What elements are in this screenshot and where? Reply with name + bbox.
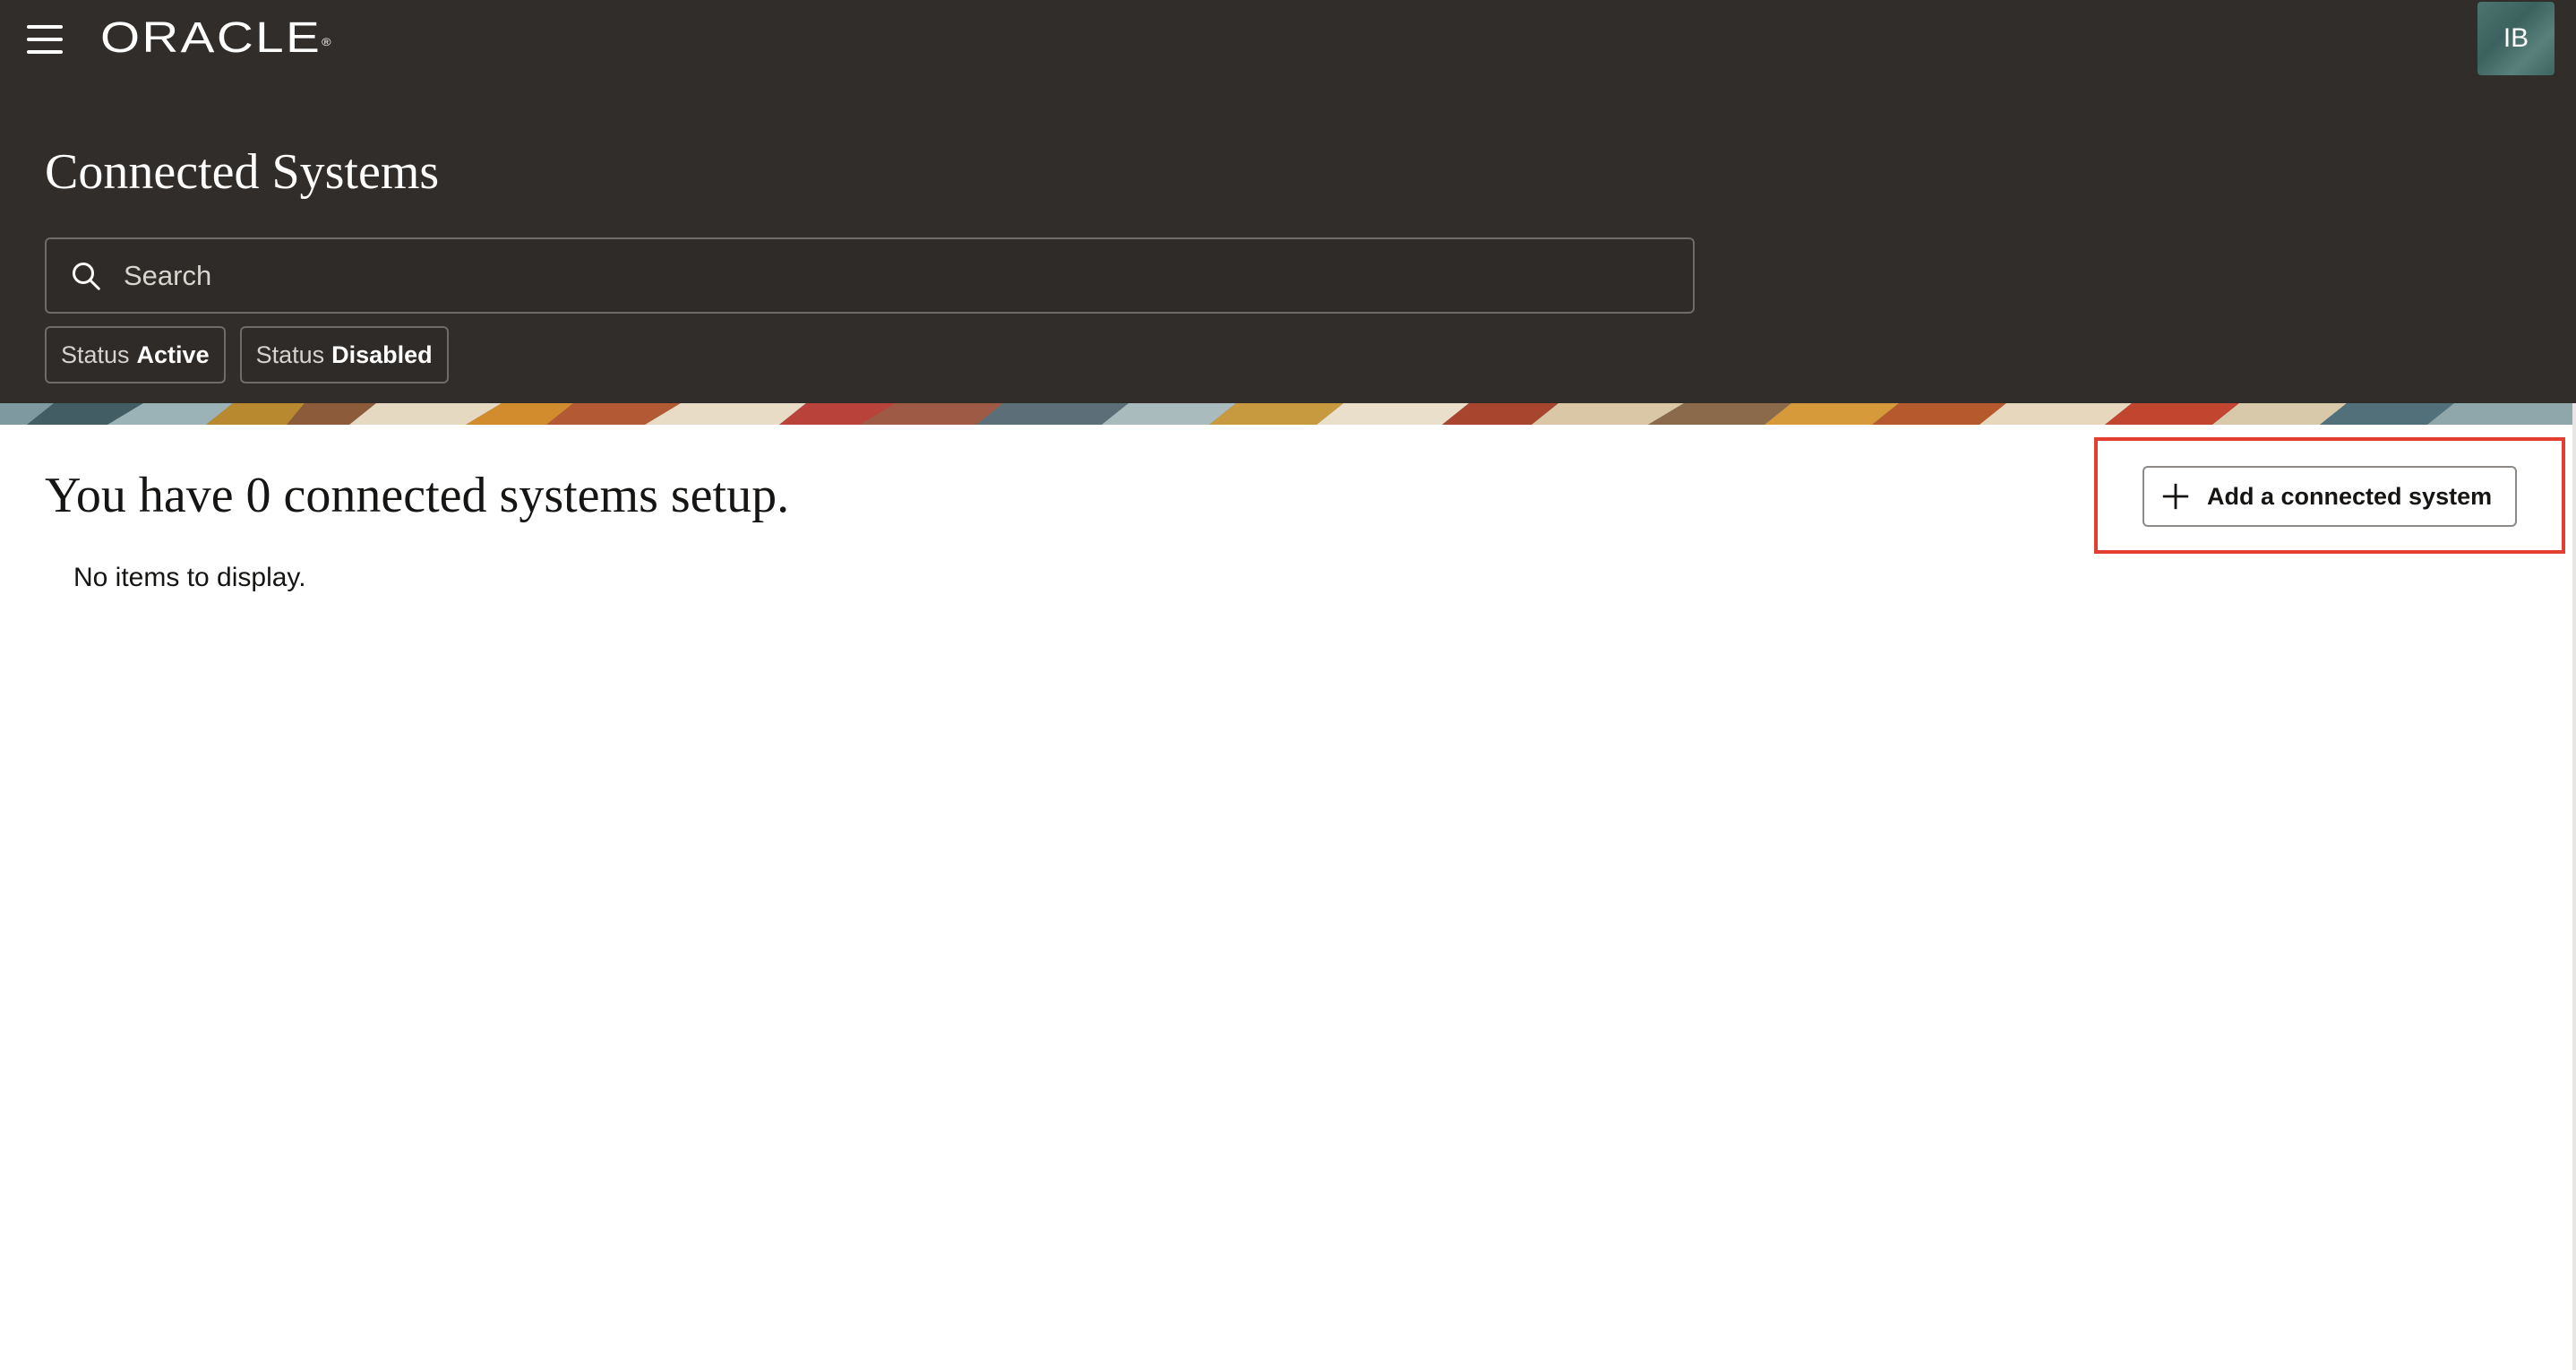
filter-chips: Status Active Status Disabled [45,326,449,383]
filter-chip-label: Status [255,340,325,368]
filter-chip-status-disabled[interactable]: Status Disabled [239,326,449,383]
search-bar[interactable] [45,237,1695,314]
plus-icon [2162,483,2189,510]
filter-chip-value: Active [136,340,210,368]
filter-chip-status-active[interactable]: Status Active [45,326,226,383]
hamburger-menu-icon[interactable] [23,23,66,56]
page-header: ORACLE® IB Connected Systems Status Acti… [0,0,2576,403]
add-connected-system-label: Add a connected system [2207,482,2493,510]
filter-chip-value: Disabled [331,340,433,368]
brand-name: ORACLE [100,14,322,62]
search-input[interactable] [122,239,1693,312]
search-icon [73,262,100,290]
scrollbar-track[interactable] [2572,403,2576,1370]
empty-state-message: No items to display. [73,563,306,592]
filter-chip-label: Status [61,340,130,368]
oracle-logo[interactable]: ORACLE® [100,16,333,61]
connected-systems-count-heading: You have 0 connected systems setup. [45,468,790,523]
decorative-banner [0,403,2576,425]
connected-systems-page: ORACLE® IB Connected Systems Status Acti… [0,0,2576,1370]
page-title: Connected Systems [45,144,440,200]
add-connected-system-button[interactable]: Add a connected system [2142,466,2517,527]
registered-mark: ® [322,36,333,48]
user-avatar[interactable]: IB [2477,2,2555,75]
